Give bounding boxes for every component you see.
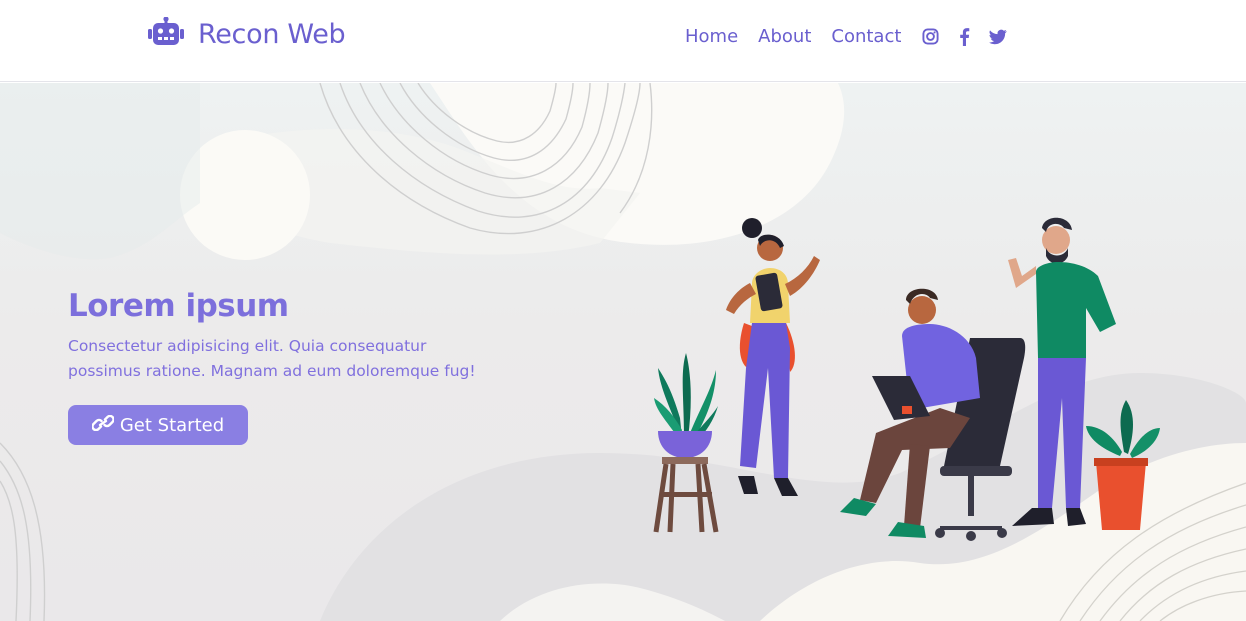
instagram-icon[interactable] <box>921 28 939 46</box>
link-icon <box>91 414 115 436</box>
plant-left-icon <box>653 353 719 533</box>
plant-right-icon <box>1086 400 1160 530</box>
navbar: Recon Web Home About Contact <box>0 0 1246 82</box>
get-started-button[interactable]: Get Started <box>68 405 248 445</box>
hero-description: Consectetur adipisicing elit. Quia conse… <box>68 334 528 384</box>
nav-contact-link[interactable]: Contact <box>831 26 901 47</box>
hero-title: Lorem ipsum <box>68 288 289 324</box>
facebook-icon[interactable] <box>955 27 973 46</box>
hero-description-line-1: Consectetur adipisicing elit. Quia conse… <box>68 337 427 355</box>
hero-description-line-2: possimus ratione. Magnam ad eum doloremq… <box>68 362 476 380</box>
robot-icon <box>148 16 184 51</box>
team-illustration <box>653 217 1160 541</box>
hero-text: Lorem ipsum Consectetur adipisicing elit… <box>68 288 528 445</box>
hero-section: Lorem ipsum Consectetur adipisicing elit… <box>0 83 1246 621</box>
main-nav: Home About Contact <box>685 26 1008 47</box>
woman-figure-icon <box>726 218 820 496</box>
brand[interactable]: Recon Web <box>148 16 346 51</box>
brand-title: Recon Web <box>198 18 346 50</box>
twitter-icon[interactable] <box>989 28 1008 46</box>
nav-home-link[interactable]: Home <box>685 26 738 47</box>
nav-about-link[interactable]: About <box>758 26 811 47</box>
get-started-label: Get Started <box>119 414 225 436</box>
social-links <box>921 27 1008 46</box>
